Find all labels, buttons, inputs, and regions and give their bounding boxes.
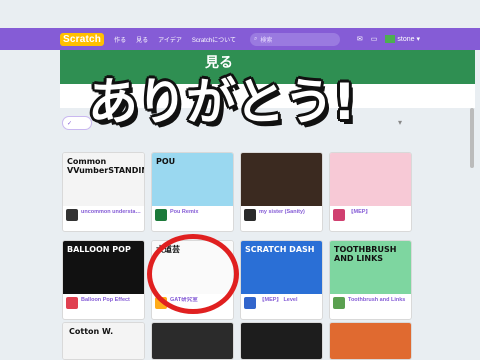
folder-icon[interactable]: ▭ [371, 35, 378, 43]
project-title[interactable]: 【MEP】 Level [259, 297, 319, 304]
project-thumbnail[interactable]: BALLOON POP [63, 241, 144, 294]
sort-dropdown[interactable]: ▾ [398, 118, 402, 127]
project-thumbnail[interactable]: Common VVumberSTANDING [63, 153, 144, 206]
thumbnail-text: POU [156, 157, 176, 166]
author-avatar[interactable] [155, 209, 167, 221]
project-title[interactable]: Toothbrush and Links [348, 297, 408, 304]
project-thumbnail[interactable] [330, 323, 411, 359]
user-menu[interactable]: stone ▾ [385, 35, 420, 44]
nav-link-ideas[interactable]: アイデア [158, 35, 182, 44]
project-title[interactable]: Pou Remix [170, 209, 230, 216]
project-card[interactable]: SCRATCH DASH 【MEP】 Level [240, 240, 323, 320]
project-thumbnail[interactable] [330, 153, 411, 206]
avatar [385, 35, 396, 44]
thumbnail-text: Common VVumberSTANDING [67, 157, 144, 175]
author-avatar[interactable] [66, 297, 78, 309]
project-thumbnail[interactable] [241, 153, 322, 206]
highlight-circle [147, 234, 239, 314]
overlay-title-text: ありがとう! [88, 73, 356, 131]
project-card[interactable]: 【MEP】 [329, 152, 412, 232]
nav-link-explore[interactable]: 見る [136, 35, 148, 44]
project-card[interactable]: my sister (Sanity) [240, 152, 323, 232]
project-card[interactable]: TOOTHBRUSH AND LINKS Toothbrush and Links [329, 240, 412, 320]
project-title[interactable]: Balloon Pop Effect [81, 297, 141, 304]
project-thumbnail[interactable]: TOOTHBRUSH AND LINKS [330, 241, 411, 294]
search-input[interactable]: ⌕ 検索 [250, 32, 340, 46]
thumbnail-text: TOOTHBRUSH AND LINKS [334, 245, 397, 263]
project-thumbnail[interactable] [241, 323, 322, 359]
project-thumbnail[interactable]: POU [152, 153, 233, 206]
messages-icon[interactable]: ✉ [357, 35, 363, 43]
thumbnail-text: Cotton W. [69, 327, 114, 336]
thumbnail-text: SCRATCH DASH [245, 245, 315, 254]
search-icon: ⌕ [254, 35, 258, 42]
scrollbar[interactable] [470, 108, 474, 168]
project-card[interactable] [329, 322, 412, 360]
project-card[interactable]: POU Pou Remix [151, 152, 234, 232]
top-nav: Scratch 作る 見る アイデア Scratchについて ⌕ 検索 ✉ ▭ … [0, 28, 480, 50]
nav-link-create[interactable]: 作る [114, 35, 126, 44]
project-title[interactable]: my sister (Sanity) [259, 209, 319, 216]
overlay-title: ありがとう! [88, 62, 398, 131]
project-thumbnail[interactable]: SCRATCH DASH [241, 241, 322, 294]
search-placeholder: 検索 [260, 37, 273, 44]
project-card[interactable] [240, 322, 323, 360]
project-grid: Common VVumberSTANDING uncommon understan… [62, 152, 412, 320]
author-avatar[interactable] [244, 297, 256, 309]
author-avatar[interactable] [333, 297, 345, 309]
screen: { "nav": { "logo": "Scratch", "links": [… [0, 0, 480, 360]
thumbnail-text: BALLOON POP [67, 245, 131, 254]
project-card[interactable]: Common VVumberSTANDING uncommon understan… [62, 152, 145, 232]
project-grid-row-3: Cotton W. [62, 322, 412, 360]
nav-link-about[interactable]: Scratchについて [192, 35, 236, 44]
project-title[interactable]: 【MEP】 [348, 209, 408, 216]
project-thumbnail[interactable]: Cotton W. [63, 323, 144, 359]
project-card[interactable]: BALLOON POP Balloon Pop Effect [62, 240, 145, 320]
project-thumbnail[interactable] [152, 323, 233, 359]
scratch-logo[interactable]: Scratch [60, 32, 105, 46]
project-card[interactable]: Cotton W. [62, 322, 145, 360]
author-avatar[interactable] [66, 209, 78, 221]
project-card[interactable] [151, 322, 234, 360]
project-title[interactable]: uncommon understanding [81, 209, 141, 216]
nav-icons: ✉ ▭ stone ▾ [357, 28, 420, 50]
author-avatar[interactable] [244, 209, 256, 221]
user-name: stone ▾ [397, 35, 420, 43]
author-avatar[interactable] [333, 209, 345, 221]
